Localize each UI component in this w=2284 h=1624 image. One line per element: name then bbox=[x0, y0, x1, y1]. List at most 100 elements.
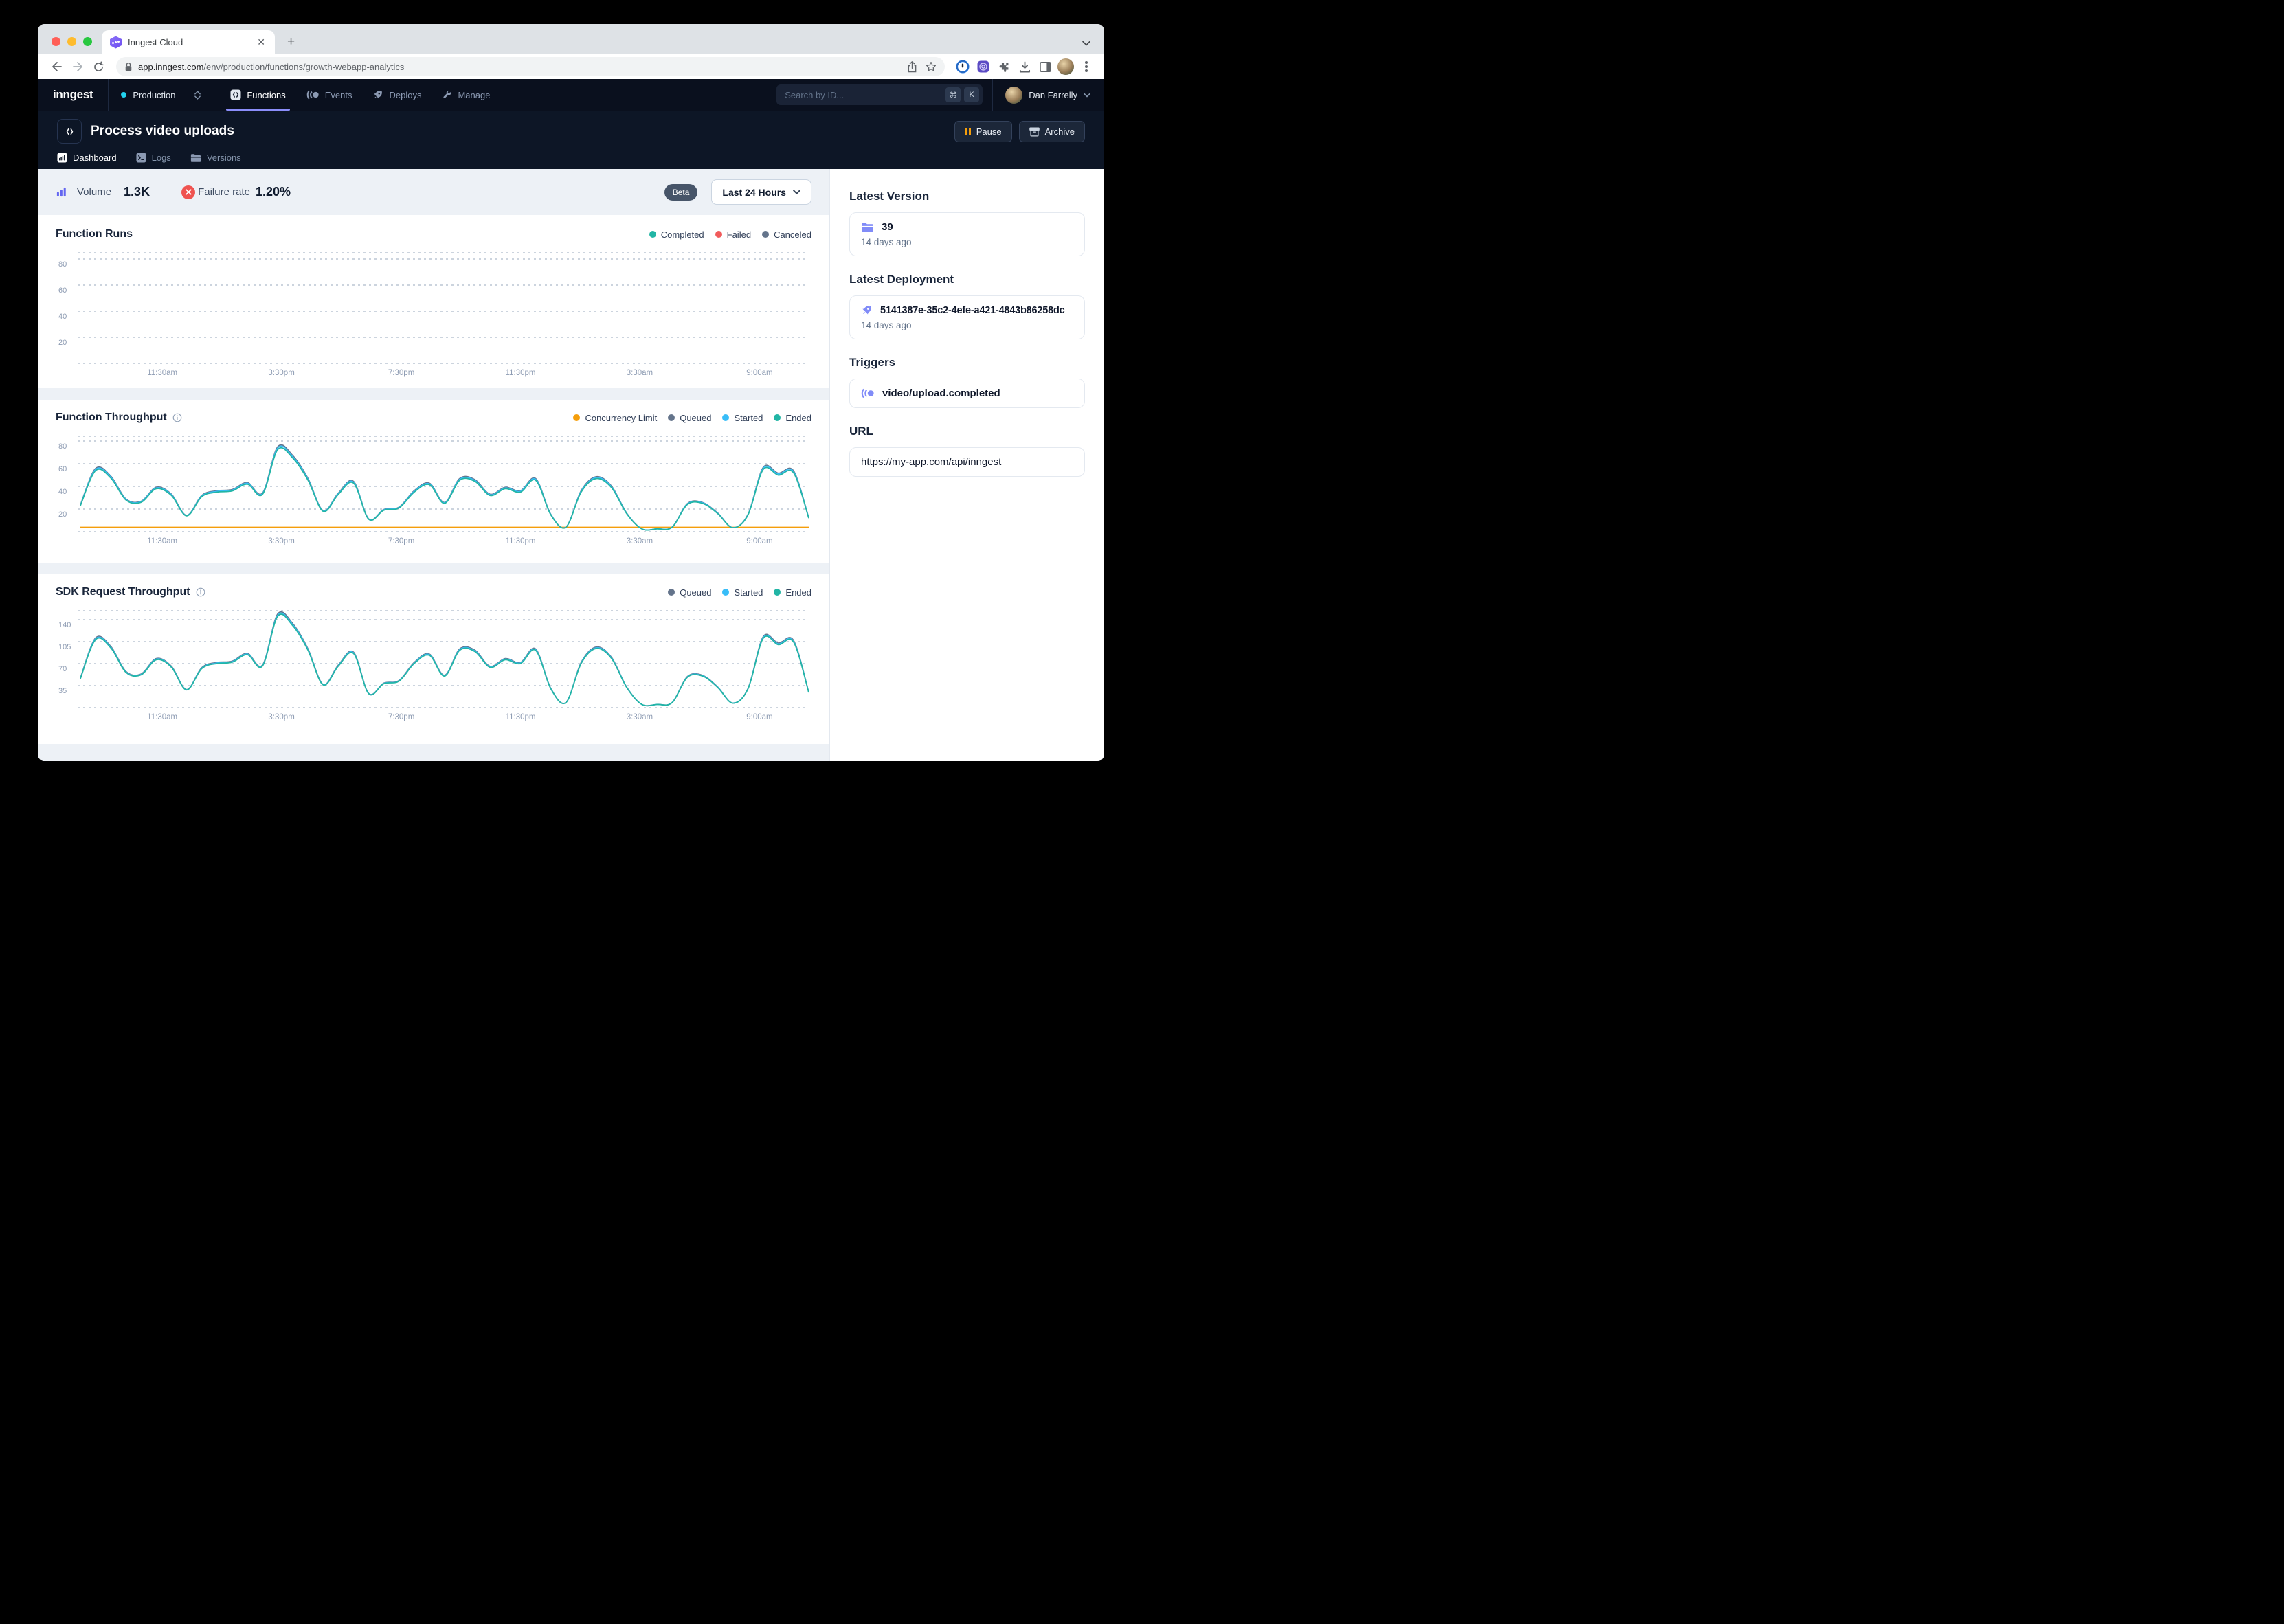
failure-value: 1.20% bbox=[256, 185, 291, 199]
x-axis-tick: 3:30pm bbox=[268, 369, 294, 377]
failure-icon bbox=[181, 185, 195, 199]
tab-close-icon[interactable]: ✕ bbox=[254, 35, 268, 49]
browser-window: Inngest Cloud ✕ + app.inngest.com/env/pr… bbox=[38, 24, 1104, 761]
events-icon bbox=[306, 90, 320, 100]
pause-icon bbox=[965, 128, 971, 135]
tab-dashboard[interactable]: Dashboard bbox=[57, 150, 117, 168]
deployment-id: 5141387e-35c2-4efe-a421-4843b86258dc bbox=[880, 305, 1065, 316]
x-axis-labels: 11:30am3:30pm7:30pm11:30pm3:30am9:00am bbox=[80, 532, 811, 548]
legend-dot bbox=[573, 414, 580, 421]
latest-version-value: 39 bbox=[882, 221, 893, 233]
window-minimize-button[interactable] bbox=[67, 37, 76, 46]
url-bar[interactable]: app.inngest.com/env/production/functions… bbox=[116, 57, 945, 76]
legend-dot bbox=[668, 414, 675, 421]
functions-icon bbox=[230, 89, 241, 100]
purple-extension-icon[interactable] bbox=[975, 58, 992, 75]
url-heading: URL bbox=[849, 425, 1085, 438]
archive-button[interactable]: Archive bbox=[1019, 121, 1085, 142]
x-axis-tick: 9:00am bbox=[746, 713, 772, 721]
tab-search-chevron-icon[interactable] bbox=[1082, 41, 1090, 46]
x-axis-tick: 11:30am bbox=[147, 713, 177, 721]
rocket-icon bbox=[861, 304, 873, 316]
y-axis-tick: 140 bbox=[58, 621, 71, 629]
x-axis-tick: 3:30am bbox=[627, 369, 653, 377]
sdk-throughput-plot[interactable]: 3570105140 bbox=[80, 610, 809, 708]
nav-item-deploys[interactable]: Deploys bbox=[372, 79, 421, 111]
1password-extension-icon[interactable] bbox=[954, 58, 971, 75]
line-series bbox=[80, 610, 809, 708]
latest-deployment-card[interactable]: 5141387e-35c2-4efe-a421-4843b86258dc 14 … bbox=[849, 295, 1085, 339]
search-box[interactable]: ⌘ K bbox=[776, 84, 983, 105]
environment-name: Production bbox=[133, 90, 188, 100]
x-axis-labels: 11:30am3:30pm7:30pm11:30pm3:30am9:00am bbox=[80, 708, 811, 724]
function-page-header: Process video uploads Dashboard Logs bbox=[38, 111, 1104, 169]
info-icon[interactable] bbox=[196, 587, 205, 597]
legend-dot bbox=[649, 231, 656, 238]
latest-version-meta: 14 days ago bbox=[861, 237, 1073, 247]
nav-item-events[interactable]: Events bbox=[306, 79, 352, 111]
info-icon[interactable] bbox=[172, 413, 182, 422]
cmd-key-badge: ⌘ bbox=[945, 87, 961, 102]
time-range-dropdown[interactable]: Last 24 Hours bbox=[711, 179, 811, 205]
bottom-band bbox=[38, 744, 829, 761]
inngest-logo[interactable]: inngest bbox=[38, 79, 108, 111]
dashboard-icon bbox=[57, 153, 67, 163]
pause-button[interactable]: Pause bbox=[954, 121, 1012, 142]
share-icon[interactable] bbox=[905, 60, 919, 74]
environment-status-dot bbox=[121, 92, 126, 98]
x-axis-tick: 9:00am bbox=[746, 537, 772, 545]
tab-versions[interactable]: Versions bbox=[190, 150, 241, 168]
latest-deployment-meta: 14 days ago bbox=[861, 320, 1073, 330]
downloads-icon[interactable] bbox=[1016, 58, 1033, 75]
desktop-background: Inngest Cloud ✕ + app.inngest.com/env/pr… bbox=[0, 0, 1142, 812]
x-axis-tick: 11:30am bbox=[147, 537, 177, 545]
k-key-badge: K bbox=[964, 87, 979, 102]
new-tab-button[interactable]: + bbox=[282, 34, 300, 49]
forward-icon[interactable] bbox=[69, 58, 86, 75]
bookmark-star-icon[interactable] bbox=[924, 60, 938, 74]
reload-icon[interactable] bbox=[90, 58, 107, 75]
volume-label: Volume bbox=[77, 186, 111, 198]
extensions-puzzle-icon[interactable] bbox=[996, 58, 1012, 75]
search-input[interactable] bbox=[785, 90, 942, 100]
user-menu[interactable]: Dan Farrelly bbox=[992, 79, 1104, 111]
trigger-event-name: video/upload.completed bbox=[882, 387, 1000, 399]
function-details-sidebar: Latest Version 39 14 days ago Latest Dep… bbox=[829, 169, 1104, 761]
volume-value: 1.3K bbox=[124, 185, 150, 199]
legend-dot bbox=[774, 414, 781, 421]
browser-profile-avatar[interactable] bbox=[1057, 58, 1074, 75]
app-top-nav: inngest Production Functions bbox=[38, 79, 1104, 111]
y-axis-tick: 35 bbox=[58, 687, 67, 695]
x-axis-tick: 11:30pm bbox=[506, 713, 536, 721]
nav-item-manage[interactable]: Manage bbox=[442, 79, 490, 111]
archive-icon bbox=[1029, 127, 1040, 137]
section-divider bbox=[38, 563, 829, 574]
chart-title: Function Throughput bbox=[56, 411, 182, 424]
environment-selector[interactable]: Production bbox=[109, 79, 212, 111]
back-icon[interactable] bbox=[49, 58, 65, 75]
browser-tab[interactable]: Inngest Cloud ✕ bbox=[102, 30, 275, 54]
trigger-card[interactable]: video/upload.completed bbox=[849, 379, 1085, 408]
x-axis-tick: 11:30pm bbox=[506, 369, 536, 377]
tab-logs[interactable]: Logs bbox=[136, 150, 171, 168]
side-panel-icon[interactable] bbox=[1037, 58, 1053, 75]
legend-dot bbox=[715, 231, 722, 238]
browser-menu-kebab-icon[interactable] bbox=[1078, 58, 1095, 75]
url-card[interactable]: https://my-app.com/api/inngest bbox=[849, 447, 1085, 477]
y-axis-tick: 70 bbox=[58, 665, 67, 673]
chart-legend: Queued Started Ended bbox=[668, 587, 811, 598]
terminal-icon bbox=[136, 153, 146, 163]
latest-version-card[interactable]: 39 14 days ago bbox=[849, 212, 1085, 256]
x-axis-tick: 9:00am bbox=[746, 369, 772, 377]
function-url: https://my-app.com/api/inngest bbox=[861, 456, 1001, 468]
function-throughput-plot[interactable]: 20406080 bbox=[80, 436, 809, 532]
nav-item-functions[interactable]: Functions bbox=[230, 79, 285, 111]
window-zoom-button[interactable] bbox=[83, 37, 92, 46]
folder-icon bbox=[190, 153, 201, 163]
failure-label: Failure rate bbox=[198, 186, 250, 198]
y-axis-tick: 20 bbox=[58, 339, 67, 347]
function-runs-plot[interactable]: 20406080 bbox=[80, 252, 809, 363]
window-close-button[interactable] bbox=[52, 37, 60, 46]
page-title: Process video uploads bbox=[91, 124, 234, 139]
inngest-app: inngest Production Functions bbox=[38, 79, 1104, 761]
